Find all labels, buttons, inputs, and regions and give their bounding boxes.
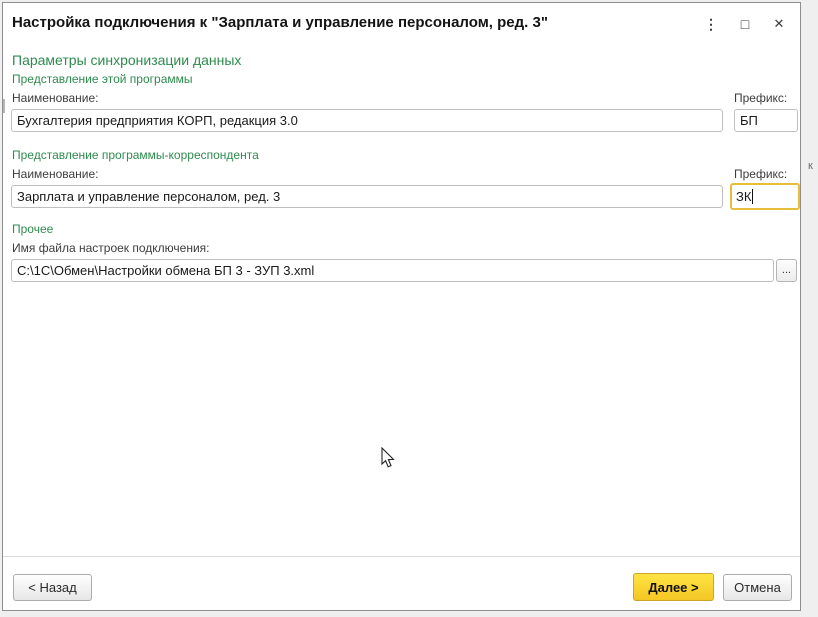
text-caret bbox=[752, 189, 754, 204]
section-heading-other: Прочее bbox=[12, 222, 54, 236]
back-button[interactable]: < Назад bbox=[13, 574, 92, 601]
prefix-input-correspondent[interactable]: ЗК bbox=[730, 183, 800, 210]
name-input-this-app[interactable] bbox=[11, 109, 723, 132]
cancel-button[interactable]: Отмена bbox=[723, 574, 792, 601]
browse-button[interactable]: ... bbox=[776, 259, 797, 282]
prefix-input-this-app[interactable] bbox=[734, 109, 798, 132]
file-path-input[interactable] bbox=[11, 259, 774, 282]
prefix-label-this-app: Префикс: bbox=[734, 91, 788, 105]
more-menu-icon[interactable]: ⋮ bbox=[702, 15, 720, 33]
name-label-correspondent: Наименование: bbox=[12, 167, 99, 181]
maximize-icon[interactable]: □ bbox=[736, 15, 754, 33]
prefix-label-correspondent: Префикс: bbox=[734, 167, 788, 181]
section-heading-this-app: Представление этой программы bbox=[12, 72, 193, 86]
close-icon[interactable]: ✕ bbox=[770, 15, 788, 33]
window-title: Настройка подключения к "Зарплата и упра… bbox=[12, 14, 548, 31]
name-label-this-app: Наименование: bbox=[12, 91, 99, 105]
left-edge-artifact bbox=[3, 99, 5, 113]
section-heading-correspondent: Представление программы-корреспондента bbox=[12, 148, 259, 162]
file-name-label: Имя файла настроек подключения: bbox=[12, 241, 210, 255]
background-text-fragment: к bbox=[808, 160, 813, 172]
next-button[interactable]: Далее > bbox=[633, 573, 714, 601]
window-controls: ⋮ □ ✕ bbox=[702, 15, 788, 33]
footer-separator bbox=[3, 556, 800, 557]
connection-setup-dialog: Настройка подключения к "Зарплата и упра… bbox=[2, 2, 801, 611]
prefix-input-correspondent-value: ЗК bbox=[736, 189, 752, 204]
mouse-cursor-icon bbox=[381, 447, 395, 468]
page-title: Параметры синхронизации данных bbox=[12, 52, 242, 68]
name-input-correspondent[interactable] bbox=[11, 185, 723, 208]
